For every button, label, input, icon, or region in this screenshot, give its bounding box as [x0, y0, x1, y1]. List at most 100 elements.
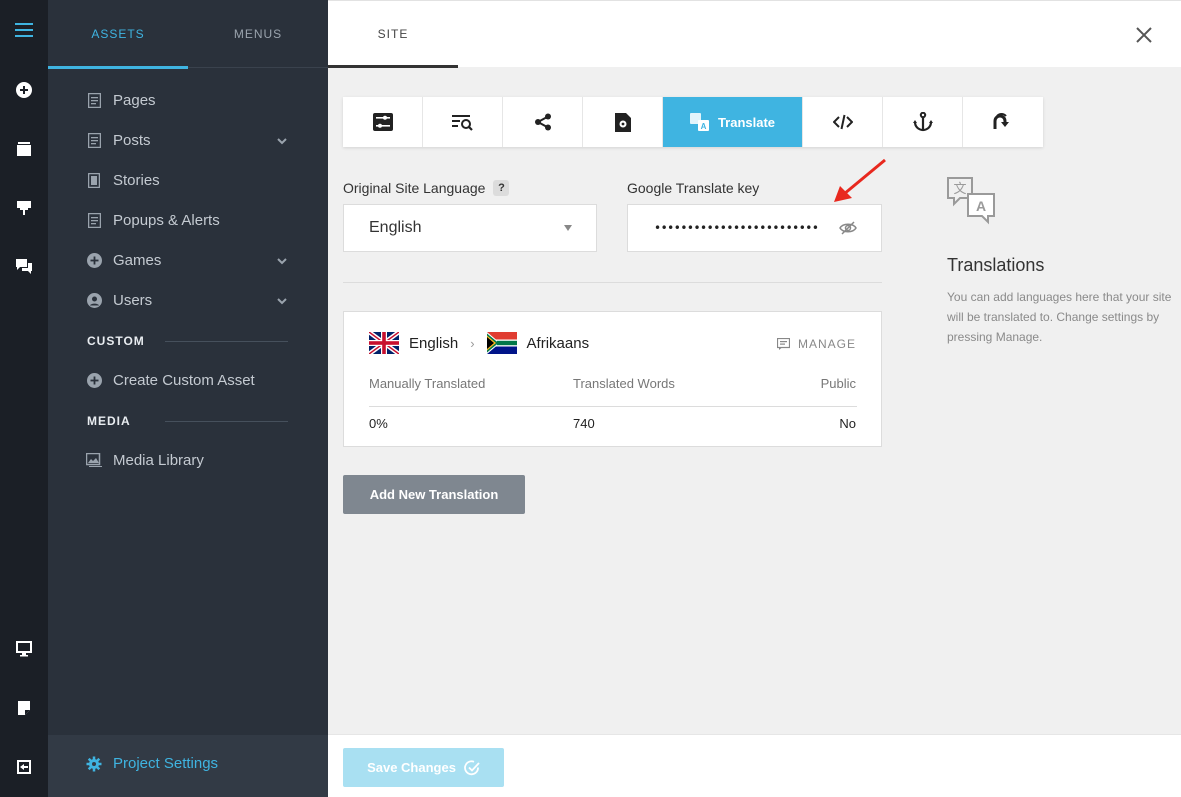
info-description: You can add languages here that your sit… — [947, 290, 1172, 344]
chevron-down-icon[interactable] — [276, 255, 288, 267]
sidebar-item-label: Games — [113, 251, 162, 269]
source-language: English — [409, 334, 459, 352]
sidebar-item-create-custom-asset[interactable]: Create Custom Asset — [86, 369, 255, 391]
sidebar-item-label: Media Library — [113, 451, 204, 469]
page-icon — [86, 132, 102, 148]
manage-icon — [776, 338, 790, 350]
info-title: Translations — [947, 255, 1045, 275]
translate-icon: A — [689, 113, 709, 131]
file-gear-icon[interactable] — [583, 97, 663, 147]
sidebar-item-label: Create Custom Asset — [113, 371, 255, 389]
sidebar-item-label: Pages — [113, 91, 156, 109]
save-changes-label: Save Changes — [367, 760, 456, 775]
add-circle-icon — [86, 372, 102, 388]
add-new-translation-button[interactable]: Add New Translation — [343, 475, 525, 514]
language-pair: English › Afrikaans — [369, 332, 589, 354]
sidebar-item-games[interactable]: Games — [86, 249, 161, 271]
section-label-media: MEDIA — [87, 414, 131, 428]
translate-key-input[interactable]: ••••••••••••••••••••••••• — [627, 204, 882, 252]
svg-text:A: A — [701, 122, 707, 131]
tab-assets[interactable]: ASSETS — [48, 0, 188, 69]
translate-key-value: ••••••••••••••••••••••••• — [654, 221, 819, 235]
close-icon[interactable] — [1134, 25, 1154, 45]
footer-bar: Save Changes — [328, 734, 1181, 797]
left-rail — [0, 0, 48, 797]
pin-icon[interactable] — [0, 193, 48, 223]
column-header: Manually Translated — [369, 376, 486, 391]
caret-down-icon — [564, 225, 572, 231]
main-panel: SITE A Translate Original Site Language … — [328, 0, 1181, 797]
page-icon — [86, 92, 102, 108]
story-icon — [86, 172, 102, 188]
gear-icon — [86, 756, 102, 771]
save-changes-button[interactable]: Save Changes — [343, 748, 504, 787]
annotation-arrow-icon — [834, 158, 886, 202]
sidebar-item-media-library[interactable]: Media Library — [86, 449, 204, 471]
section-divider — [165, 341, 288, 342]
chevron-right-icon: › — [470, 335, 475, 351]
translations-icon: 文 A — [947, 177, 995, 225]
section-label-custom: CUSTOM — [87, 334, 145, 348]
sidebar-item-label: Stories — [113, 171, 160, 189]
sidebar-tabs: ASSETS MENUS — [48, 0, 328, 69]
anchor-icon[interactable] — [883, 97, 963, 147]
sidebar-item-stories[interactable]: Stories — [86, 169, 160, 191]
image-gallery-icon — [86, 452, 102, 468]
project-settings-button[interactable]: Project Settings — [48, 735, 328, 797]
original-language-label: Original Site Language ? — [343, 180, 510, 196]
check-circle-icon — [464, 759, 480, 775]
sidebar-item-users[interactable]: Users — [86, 289, 152, 311]
translate-key-label: Google Translate key — [627, 180, 760, 196]
sidebar-item-pages[interactable]: Pages — [86, 89, 156, 111]
uk-flag-icon — [369, 332, 399, 354]
translated-words-value: 740 — [573, 416, 595, 431]
page-icon — [86, 212, 102, 228]
column-header: Translated Words — [573, 376, 675, 391]
south-africa-flag-icon — [486, 332, 517, 354]
hamburger-menu-icon[interactable] — [0, 15, 48, 45]
desktop-icon[interactable] — [0, 634, 48, 664]
manage-label: MANAGE — [797, 337, 856, 351]
tab-menus[interactable]: MENUS — [188, 0, 328, 68]
settings-toolbar: A Translate — [343, 97, 1043, 147]
redirect-icon[interactable] — [963, 97, 1043, 147]
exit-icon[interactable] — [0, 752, 48, 782]
layers-icon[interactable] — [0, 134, 48, 164]
original-language-value: English — [369, 219, 422, 236]
note-icon[interactable] — [0, 693, 48, 723]
add-circle-icon[interactable] — [0, 75, 48, 105]
chat-icon[interactable] — [0, 251, 48, 281]
translate-tab-label: Translate — [717, 114, 776, 130]
sidebar-item-popups-alerts[interactable]: Popups & Alerts — [86, 209, 220, 231]
search-list-icon[interactable] — [423, 97, 503, 147]
main-header: SITE — [328, 0, 1181, 68]
help-icon[interactable]: ? — [493, 180, 510, 196]
sidebar-item-label: Posts — [113, 131, 151, 149]
user-circle-icon — [86, 292, 102, 308]
translate-tab-button[interactable]: A Translate — [663, 97, 803, 147]
svg-text:A: A — [976, 198, 986, 214]
chevron-down-icon[interactable] — [276, 135, 288, 147]
public-value: No — [839, 416, 856, 431]
project-settings-label: Project Settings — [113, 755, 219, 772]
code-icon[interactable] — [803, 97, 883, 147]
manage-button[interactable]: MANAGE — [776, 337, 856, 351]
share-icon[interactable] — [503, 97, 583, 147]
manually-translated-value: 0% — [369, 416, 388, 431]
assets-sidebar: ASSETS MENUS Pages Posts Stories Popups … — [48, 0, 328, 797]
svg-text:文: 文 — [953, 182, 966, 197]
section-divider — [165, 421, 288, 422]
target-language: Afrikaans — [526, 334, 590, 352]
column-header: Public — [820, 376, 856, 391]
eye-hidden-icon[interactable] — [839, 221, 857, 235]
sidebar-item-label: Users — [113, 291, 153, 309]
sidebar-item-label: Popups & Alerts — [113, 211, 220, 229]
translation-card: English › Afrikaans MANAGE Manually Tran… — [343, 311, 882, 447]
table-divider — [369, 406, 857, 407]
chevron-down-icon[interactable] — [276, 295, 288, 307]
settings-sliders-icon[interactable] — [343, 97, 423, 147]
section-divider — [343, 282, 882, 283]
tab-site[interactable]: SITE — [328, 1, 458, 68]
original-language-select[interactable]: English — [343, 204, 597, 252]
sidebar-item-posts[interactable]: Posts — [86, 129, 151, 151]
